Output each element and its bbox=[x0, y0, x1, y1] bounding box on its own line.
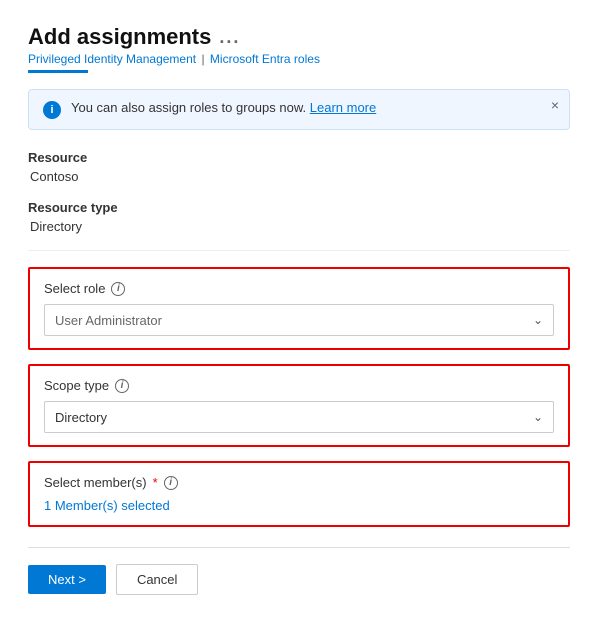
learn-more-link[interactable]: Learn more bbox=[310, 100, 376, 115]
scope-type-dropdown[interactable]: Directory ⌄ bbox=[44, 401, 554, 433]
select-role-label-group: Select role i bbox=[44, 281, 554, 296]
title-underline bbox=[28, 70, 88, 73]
select-members-tooltip-icon[interactable]: i bbox=[164, 476, 178, 490]
selected-members-link[interactable]: 1 Member(s) selected bbox=[44, 498, 170, 513]
required-star: * bbox=[153, 475, 158, 490]
select-members-section: Select member(s) * i 1 Member(s) selecte… bbox=[28, 461, 570, 527]
select-members-label: Select member(s) bbox=[44, 475, 147, 490]
select-role-placeholder: User Administrator bbox=[55, 313, 162, 328]
close-banner-button[interactable]: × bbox=[551, 98, 559, 112]
resource-type-field-group: Resource type Directory bbox=[28, 200, 570, 234]
select-role-arrow-icon: ⌄ bbox=[533, 313, 543, 327]
info-banner-text: You can also assign roles to groups now.… bbox=[71, 100, 555, 115]
footer-divider bbox=[28, 547, 570, 548]
resource-type-value: Directory bbox=[30, 219, 570, 234]
resource-value: Contoso bbox=[30, 169, 570, 184]
breadcrumb-part2[interactable]: Microsoft Entra roles bbox=[210, 52, 320, 66]
resource-type-label: Resource type bbox=[28, 200, 570, 215]
select-role-section: Select role i User Administrator ⌄ bbox=[28, 267, 570, 350]
info-banner-message: You can also assign roles to groups now. bbox=[71, 100, 306, 115]
title-text: Add assignments bbox=[28, 24, 211, 50]
scope-type-section: Scope type i Directory ⌄ bbox=[28, 364, 570, 447]
select-role-label: Select role bbox=[44, 281, 105, 296]
scope-type-tooltip-icon[interactable]: i bbox=[115, 379, 129, 393]
scope-type-label-group: Scope type i bbox=[44, 378, 554, 393]
scope-type-label: Scope type bbox=[44, 378, 109, 393]
info-banner: i You can also assign roles to groups no… bbox=[28, 89, 570, 130]
page-title: Add assignments ... bbox=[28, 24, 570, 50]
breadcrumb: Privileged Identity Management | Microso… bbox=[28, 52, 570, 66]
breadcrumb-part1[interactable]: Privileged Identity Management bbox=[28, 52, 196, 66]
resource-field-group: Resource Contoso bbox=[28, 150, 570, 184]
ellipsis-menu[interactable]: ... bbox=[219, 27, 240, 48]
select-role-tooltip-icon[interactable]: i bbox=[111, 282, 125, 296]
select-role-dropdown[interactable]: User Administrator ⌄ bbox=[44, 304, 554, 336]
section-divider-1 bbox=[28, 250, 570, 251]
info-icon: i bbox=[43, 101, 61, 119]
resource-label: Resource bbox=[28, 150, 570, 165]
breadcrumb-divider: | bbox=[201, 52, 204, 66]
scope-type-arrow-icon: ⌄ bbox=[533, 410, 543, 424]
select-members-label-group: Select member(s) * i bbox=[44, 475, 554, 490]
scope-type-value: Directory bbox=[55, 410, 107, 425]
